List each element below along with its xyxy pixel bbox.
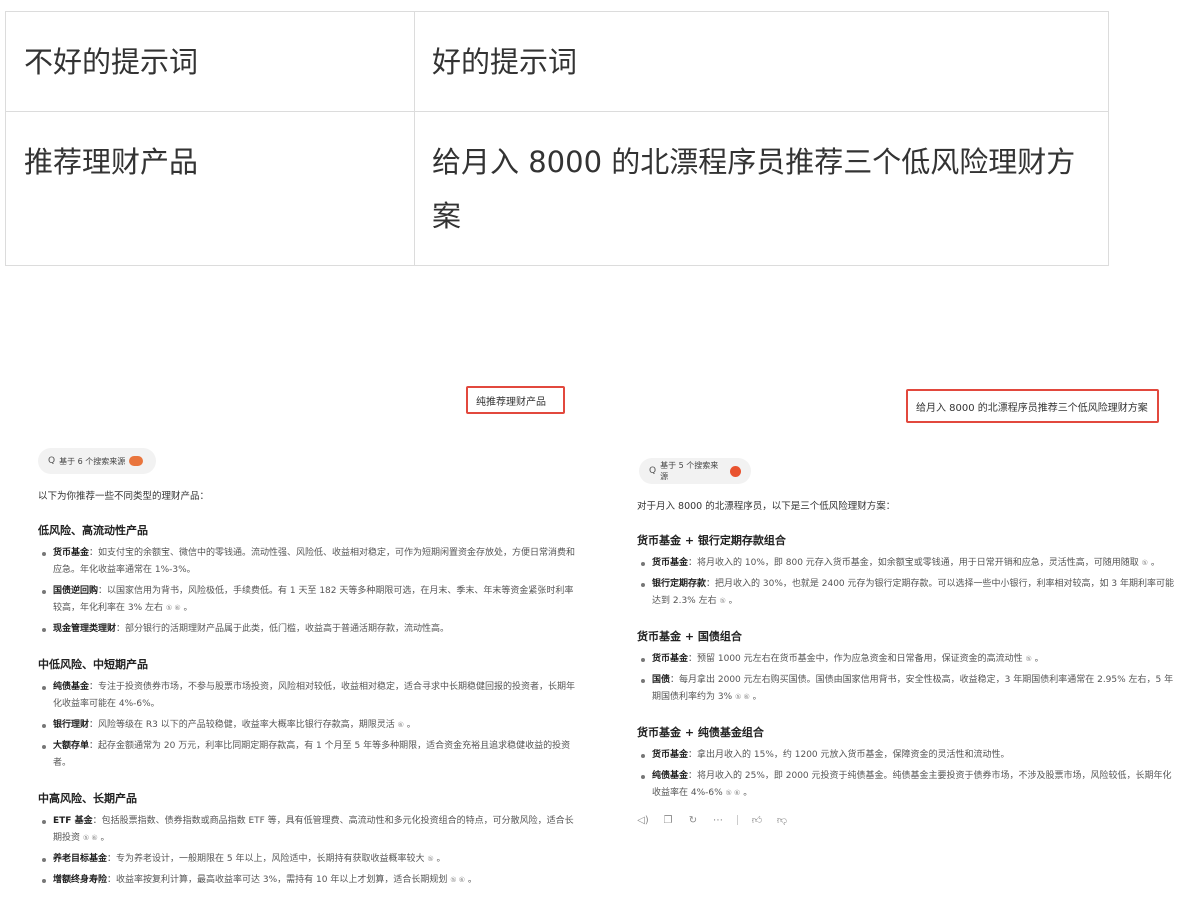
citation-refs[interactable]: ⑤: [719, 597, 725, 605]
search-icon: Q: [649, 466, 657, 476]
list-item: 银行理财：风险等级在 R3 以下的产品较稳健，收益率大概率比银行存款高，期限灵活…: [38, 717, 578, 734]
item-text: ：每月拿出 2000 元左右购买国债。国债由国家信用背书，安全性极高，收益稳定，…: [652, 675, 1174, 702]
citation-refs[interactable]: ⑥: [398, 721, 404, 729]
item-name: 货币基金: [652, 750, 689, 760]
section-title: 中高风险、长期产品: [38, 792, 137, 805]
item-text: ：收益率按复利计算，最高收益率可达 3%，需持有 10 年以上才划算，适合长期规…: [107, 875, 448, 885]
section-list: 货币基金：预留 1000 元左右在货币基金中，作为应急资金和日常备用，保证资金的…: [637, 651, 1177, 706]
list-item: 货币基金：如支付宝的余额宝、微信中的零钱通。流动性强、风险低、收益相对稳定，可作…: [38, 545, 578, 579]
list-item: 大额存单：起存金额通常为 20 万元，利率比同期定期存款高，有 1 个月至 5 …: [38, 738, 578, 772]
list-item: 货币基金：拿出月收入的 15%，约 1200 元放入货币基金，保障资金的灵活性和…: [637, 747, 1177, 764]
section-list: 货币基金：将月收入的 10%，即 800 元存入货币基金，如余额宝或零钱通，用于…: [637, 555, 1177, 610]
table-header-row: 不好的提示词 好的提示词: [5, 11, 1109, 112]
item-text: ：以国家信用为背书，风险极低，手续费低。有 1 天至 182 天等多种期限可选，…: [53, 586, 574, 613]
search-sources-label: 基于 6 个搜索来源: [59, 456, 126, 466]
search-icon: Q: [48, 456, 56, 466]
section-list: 货币基金：拿出月收入的 15%，约 1200 元放入货币基金，保障资金的灵活性和…: [637, 747, 1177, 802]
item-text: ：将月收入的 10%，即 800 元存入货币基金，如余额宝或零钱通，用于日常开销…: [688, 558, 1139, 568]
header-bad-prompt: 不好的提示词: [5, 11, 415, 112]
answer-intro: 对于月入 8000 的北漂程序员，以下是三个低风险理财方案：: [637, 501, 896, 512]
item-name: 银行定期存款: [652, 579, 707, 589]
item-text: ：专注于投资债券市场，不参与股票市场投资，风险相对较低，收益相对稳定，适合寻求中…: [53, 682, 576, 709]
citation-refs[interactable]: ⑤: [1026, 655, 1032, 663]
item-name: 纯债基金: [652, 771, 689, 781]
item-name: 大额存单: [53, 741, 90, 751]
item-text: ：部分银行的活期理财产品属于此类，低门槛，收益高于普通活期存款，流动性高。: [116, 624, 450, 634]
item-name: ETF 基金: [53, 816, 93, 826]
section-title: 货币基金 + 国债组合: [637, 630, 742, 643]
item-name: 纯债基金: [53, 682, 90, 692]
item-name: 货币基金: [652, 558, 689, 568]
citation-refs[interactable]: ⑤ ⑥: [83, 834, 98, 842]
item-name: 国债: [652, 675, 671, 685]
user-prompt-bubble: 纯推荐理财产品: [466, 386, 565, 414]
item-text: ：拿出月收入的 15%，约 1200 元放入货币基金，保障资金的灵活性和流动性。: [688, 750, 1010, 760]
item-name: 现金管理类理财: [53, 624, 117, 634]
citation-refs[interactable]: ⑤ ⑥: [166, 604, 181, 612]
answer-sections: 低风险、高流动性产品货币基金：如支付宝的余额宝、微信中的零钱通。流动性强、风险低…: [38, 524, 578, 889]
list-item: 货币基金：将月收入的 10%，即 800 元存入货币基金，如余额宝或零钱通，用于…: [637, 555, 1177, 572]
citation-refs[interactable]: ⑤ ⑥: [726, 789, 741, 797]
section-title: 货币基金 + 纯债基金组合: [637, 726, 764, 739]
list-item: 纯债基金：将月收入的 25%，即 2000 元投资于纯债基金。纯债基金主要投资于…: [637, 768, 1177, 802]
answer-sections: 货币基金 + 银行定期存款组合 货币基金：将月收入的 10%，即 800 元存入货…: [637, 534, 1177, 802]
user-prompt-text: 纯推荐理财产品: [476, 396, 546, 408]
prompt-comparison-table: 不好的提示词 好的提示词 推荐理财产品 给月入 8000 的北漂程序员推荐三个低…: [5, 11, 1109, 266]
list-item: 银行定期存款：把月收入的 30%，也就是 2400 元存为银行定期存款。可以选择…: [637, 576, 1177, 610]
section-list: 货币基金：如支付宝的余额宝、微信中的零钱通。流动性强、风险低、收益相对稳定，可作…: [38, 545, 578, 638]
item-text: ：风险等级在 R3 以下的产品较稳健，收益率大概率比银行存款高，期限灵活: [89, 720, 395, 730]
user-prompt-text: 给月入 8000 的北漂程序员推荐三个低风险理财方案: [916, 402, 1148, 414]
item-name: 货币基金: [53, 548, 90, 558]
search-sources-chip[interactable]: Q 基于 6 个搜索来源: [38, 448, 156, 474]
list-item: 养老目标基金：专为养老设计，一般期限在 5 年以上，风险适中，长期持有获取收益概…: [38, 851, 578, 868]
section-title: 低风险、高流动性产品: [38, 524, 148, 537]
thumbs-up-icon[interactable]: 👍︎: [751, 814, 763, 826]
good-prompt-cell: 给月入 8000 的北漂程序员推荐三个低风险理财方案: [414, 111, 1109, 266]
table-row: 推荐理财产品 给月入 8000 的北漂程序员推荐三个低风险理财方案: [5, 111, 1109, 266]
speaker-icon[interactable]: ◁): [637, 815, 649, 826]
header-good-prompt: 好的提示词: [414, 11, 1109, 112]
citation-refs[interactable]: ⑤: [1142, 559, 1148, 567]
section-list: ETF 基金：包括股票指数、债券指数或商品指数 ETF 等，具有低管理费、高流动…: [38, 813, 578, 889]
list-item: 增额终身寿险：收益率按复利计算，最高收益率可达 3%，需持有 10 年以上才划算…: [38, 872, 578, 889]
item-text: ：把月收入的 30%，也就是 2400 元存为银行定期存款。可以选择一些中小银行…: [652, 579, 1174, 606]
source-favicon-icon: [730, 465, 741, 477]
item-name: 国债逆回购: [53, 586, 99, 596]
list-item: 现金管理类理财：部分银行的活期理财产品属于此类，低门槛，收益高于普通活期存款，流…: [38, 621, 578, 638]
item-text: ：起存金额通常为 20 万元，利率比同期定期存款高，有 1 个月至 5 年等多种…: [53, 741, 571, 768]
list-item: 货币基金：预留 1000 元左右在货币基金中，作为应急资金和日常备用，保证资金的…: [637, 651, 1177, 668]
user-prompt-bubble: 给月入 8000 的北漂程序员推荐三个低风险理财方案: [906, 389, 1159, 423]
citation-refs[interactable]: ⑤: [427, 855, 433, 863]
list-item: 国债逆回购：以国家信用为背书，风险极低，手续费低。有 1 天至 182 天等多种…: [38, 583, 578, 617]
item-name: 增额终身寿险: [53, 875, 108, 885]
thumbs-down-icon[interactable]: 👎︎: [776, 814, 788, 826]
citation-refs[interactable]: ⑤ ⑥: [735, 693, 750, 701]
answer-intro: 以下为你推荐一些不同类型的理财产品：: [38, 491, 210, 502]
item-name: 银行理财: [53, 720, 90, 730]
item-text: ：包括股票指数、债券指数或商品指数 ETF 等，具有低管理费、高流动性和多元化投…: [53, 816, 574, 843]
search-sources-chip[interactable]: Q 基于 5 个搜索来源: [639, 458, 751, 484]
list-item: 国债：每月拿出 2000 元左右购买国债。国债由国家信用背书，安全性极高，收益稳…: [637, 672, 1177, 706]
search-sources-label: 基于 5 个搜索来源: [660, 461, 719, 481]
source-favicons-icon: [129, 456, 144, 466]
item-text: ：预留 1000 元左右在货币基金中，作为应急资金和日常备用，保证资金的高流动性: [688, 654, 1023, 664]
list-item: 纯债基金：专注于投资债券市场，不参与股票市场投资，风险相对较低，收益相对稳定，适…: [38, 679, 578, 713]
list-item: ETF 基金：包括股票指数、债券指数或商品指数 ETF 等，具有低管理费、高流动…: [38, 813, 578, 847]
answer-content: 以下为你推荐一些不同类型的理财产品： 低风险、高流动性产品货币基金：如支付宝的余…: [38, 490, 578, 893]
section-title: 货币基金 + 银行定期存款组合: [637, 534, 786, 547]
divider: [737, 815, 738, 825]
section-title: 中低风险、中短期产品: [38, 658, 148, 671]
section-list: 纯债基金：专注于投资债券市场，不参与股票市场投资，风险相对较低，收益相对稳定，适…: [38, 679, 578, 772]
answer-content: 对于月入 8000 的北漂程序员，以下是三个低风险理财方案： 货币基金 + 银行…: [637, 500, 1177, 826]
refresh-icon[interactable]: ↻: [687, 815, 699, 826]
item-name: 养老目标基金: [53, 854, 108, 864]
item-text: ：专为养老设计，一般期限在 5 年以上，风险适中，长期持有获取收益概率较大: [107, 854, 425, 864]
copy-icon[interactable]: ❐: [662, 815, 674, 826]
item-text: ：如支付宝的余额宝、微信中的零钱通。流动性强、风险低、收益相对稳定，可作为短期闲…: [53, 548, 576, 575]
citation-refs[interactable]: ⑤ ⑥: [450, 876, 465, 884]
bad-prompt-cell: 推荐理财产品: [5, 111, 415, 266]
item-name: 货币基金: [652, 654, 689, 664]
message-actions: ◁) ❐ ↻ ⋯ 👍︎ 👎︎: [637, 814, 1177, 827]
more-icon[interactable]: ⋯: [712, 815, 724, 826]
